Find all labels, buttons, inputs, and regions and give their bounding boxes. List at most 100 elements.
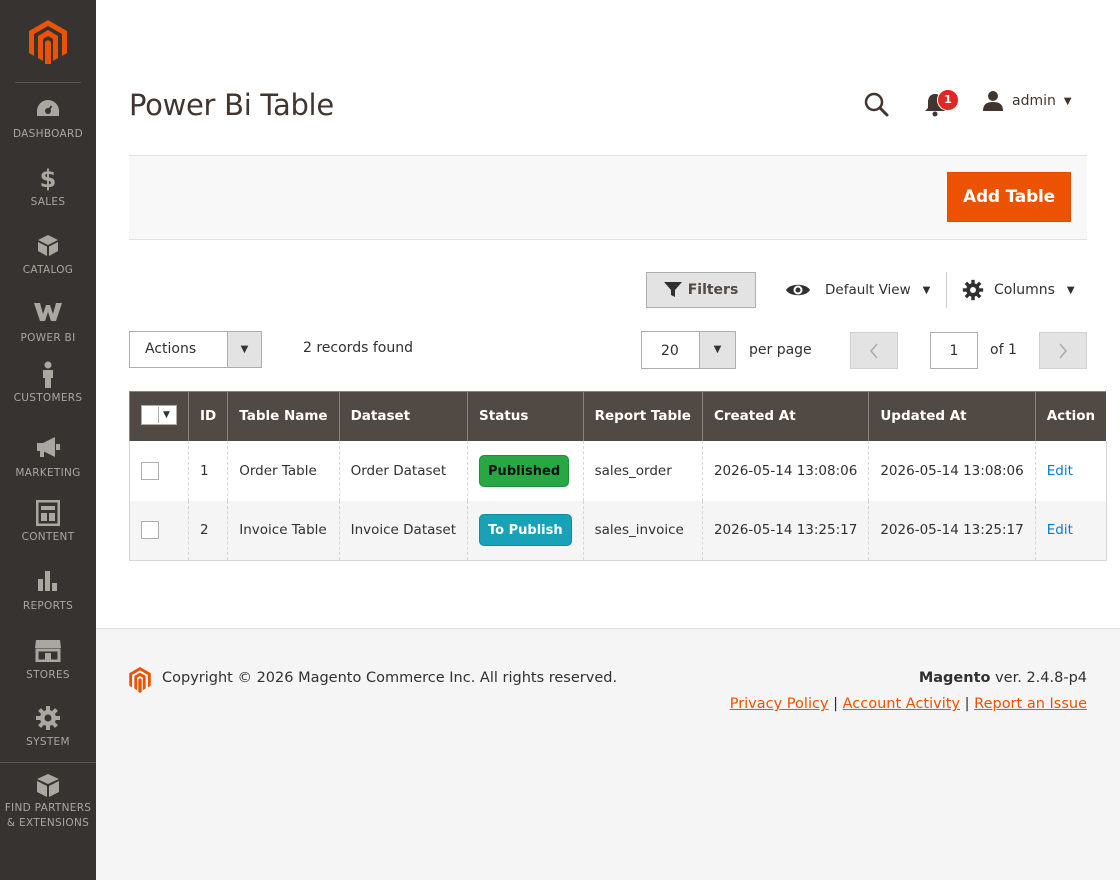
toolbar-divider bbox=[946, 272, 947, 308]
magento-logo-icon bbox=[129, 667, 151, 693]
chevron-down-icon: ▼ bbox=[1063, 95, 1072, 107]
user-icon bbox=[983, 91, 1003, 111]
power-bi-icon bbox=[0, 301, 96, 329]
admin-sidebar: Dashboard $ Sales Catalog Power BI Custo… bbox=[0, 0, 96, 880]
page-number-input[interactable] bbox=[930, 332, 978, 369]
column-header-dataset[interactable]: Dataset bbox=[338, 391, 468, 441]
data-grid: ▼ ID Table Name Dataset Status Report Ta… bbox=[129, 391, 1107, 561]
filter-icon bbox=[663, 282, 682, 297]
filters-button[interactable]: Filters bbox=[646, 272, 756, 308]
column-header-created-at[interactable]: Created At bbox=[701, 391, 869, 441]
content-icon bbox=[0, 500, 96, 528]
report-issue-link[interactable]: Report an Issue bbox=[974, 696, 1087, 712]
account-activity-link[interactable]: Account Activity bbox=[843, 696, 960, 712]
chevron-down-icon: ▼ bbox=[227, 332, 261, 367]
sidebar-item-label: Marketing bbox=[15, 467, 81, 479]
row-checkbox[interactable] bbox=[141, 461, 159, 480]
column-header-report-table[interactable]: Report Table bbox=[582, 391, 703, 441]
magento-logo-icon bbox=[29, 20, 67, 64]
page-total: of 1 bbox=[990, 342, 1017, 358]
chevron-right-icon bbox=[1059, 342, 1068, 359]
sidebar-item-label: Stores bbox=[26, 669, 70, 681]
status-badge: Published bbox=[479, 454, 570, 487]
per-page-value: 20 bbox=[661, 343, 679, 359]
sidebar-item-label: Power BI bbox=[20, 332, 76, 344]
columns-dropdown[interactable]: Columns ▼ bbox=[962, 278, 1075, 302]
cell-created-at: 2026-05-14 13:25:17 bbox=[701, 500, 869, 561]
sidebar-item-power-bi[interactable]: Power BI bbox=[0, 301, 96, 363]
table-row: 2 Invoice Table Invoice Dataset To Publi… bbox=[129, 500, 1107, 561]
edit-link[interactable]: Edit bbox=[1047, 463, 1073, 479]
column-header-id[interactable]: ID bbox=[187, 391, 228, 441]
default-view-dropdown[interactable]: Default View ▼ bbox=[785, 278, 930, 302]
column-header-status[interactable]: Status bbox=[467, 391, 584, 441]
search-icon bbox=[864, 92, 889, 117]
mass-select-checkbox[interactable]: ▼ bbox=[141, 405, 177, 426]
column-header-updated-at[interactable]: Updated At bbox=[868, 391, 1036, 441]
cell-table-name: Order Table bbox=[227, 440, 340, 501]
privacy-policy-link[interactable]: Privacy Policy bbox=[730, 696, 829, 712]
sidebar-item-dashboard[interactable]: Dashboard bbox=[0, 97, 96, 159]
chevron-down-icon: ▼ bbox=[163, 410, 170, 421]
default-view-label: Default View bbox=[825, 282, 911, 298]
cell-id: 2 bbox=[187, 500, 228, 561]
row-select-cell bbox=[129, 500, 189, 561]
gear-icon bbox=[0, 705, 96, 733]
row-checkbox[interactable] bbox=[141, 521, 159, 540]
column-header-action: Action bbox=[1034, 391, 1107, 441]
next-page-button[interactable] bbox=[1039, 332, 1087, 369]
svg-text:$: $ bbox=[40, 165, 57, 191]
cell-report-table: sales_order bbox=[582, 440, 703, 501]
sidebar-item-sales[interactable]: $ Sales bbox=[0, 165, 96, 227]
version-info: Magento ver. 2.4.8-p4 bbox=[919, 670, 1087, 686]
sidebar-item-label: Content bbox=[21, 531, 75, 543]
extensions-icon bbox=[0, 772, 96, 800]
actions-label: Actions bbox=[145, 341, 197, 357]
sidebar-item-content[interactable]: Content bbox=[0, 500, 96, 562]
eye-icon bbox=[786, 284, 810, 296]
mass-actions-dropdown[interactable]: Actions ▼ bbox=[129, 331, 262, 368]
sidebar-item-customers[interactable]: Customers bbox=[0, 361, 96, 423]
copyright-text: Copyright © 2026 Magento Commerce Inc. A… bbox=[162, 670, 618, 686]
box-icon bbox=[0, 233, 96, 261]
cell-status: To Publish bbox=[467, 500, 584, 561]
gear-icon bbox=[962, 279, 984, 301]
cell-action: Edit bbox=[1034, 500, 1107, 561]
mass-select-header[interactable]: ▼ bbox=[129, 391, 189, 441]
per-page-dropdown[interactable]: 20 ▼ bbox=[641, 331, 736, 369]
sidebar-item-label: Find Partners bbox=[4, 802, 92, 814]
brand-name: Magento bbox=[918, 670, 991, 686]
edit-link[interactable]: Edit bbox=[1047, 522, 1073, 538]
sidebar-item-label: Reports bbox=[22, 600, 74, 612]
magento-logo[interactable] bbox=[0, 0, 96, 83]
sidebar-item-system[interactable]: System bbox=[0, 705, 96, 767]
sidebar-divider bbox=[0, 762, 96, 763]
filters-label: Filters bbox=[687, 282, 739, 298]
footer-logo bbox=[129, 667, 151, 697]
status-badge: To Publish bbox=[479, 514, 572, 547]
search-button[interactable] bbox=[862, 90, 890, 118]
dollar-icon: $ bbox=[0, 165, 96, 193]
notification-count-badge: 1 bbox=[937, 89, 959, 111]
dashboard-icon bbox=[0, 97, 96, 125]
admin-user-menu[interactable]: admin ▼ bbox=[982, 88, 1072, 114]
sidebar-item-catalog[interactable]: Catalog bbox=[0, 233, 96, 295]
megaphone-icon bbox=[0, 436, 96, 464]
sidebar-item-label: Customers bbox=[13, 392, 83, 404]
sidebar-item-stores[interactable]: Stores bbox=[0, 638, 96, 700]
chevron-down-icon: ▼ bbox=[1066, 284, 1075, 296]
sidebar-item-label-line2: & Extensions bbox=[6, 817, 90, 829]
column-header-table-name[interactable]: Table Name bbox=[227, 391, 340, 441]
cell-dataset: Order Dataset bbox=[338, 440, 468, 501]
chevron-down-icon: ▼ bbox=[699, 332, 735, 368]
sidebar-item-find-partners[interactable]: Find Partners & Extensions bbox=[0, 772, 96, 836]
sidebar-item-marketing[interactable]: Marketing bbox=[0, 436, 96, 498]
cell-updated-at: 2026-05-14 13:08:06 bbox=[868, 440, 1036, 501]
sidebar-item-reports[interactable]: Reports bbox=[0, 569, 96, 631]
version-number: ver. 2.4.8-p4 bbox=[990, 670, 1087, 686]
cell-dataset: Invoice Dataset bbox=[338, 500, 468, 561]
sidebar-item-label: Catalog bbox=[22, 264, 74, 276]
previous-page-button[interactable] bbox=[850, 332, 898, 369]
add-table-button[interactable]: Add Table bbox=[947, 172, 1071, 222]
cell-report-table: sales_invoice bbox=[582, 500, 703, 561]
